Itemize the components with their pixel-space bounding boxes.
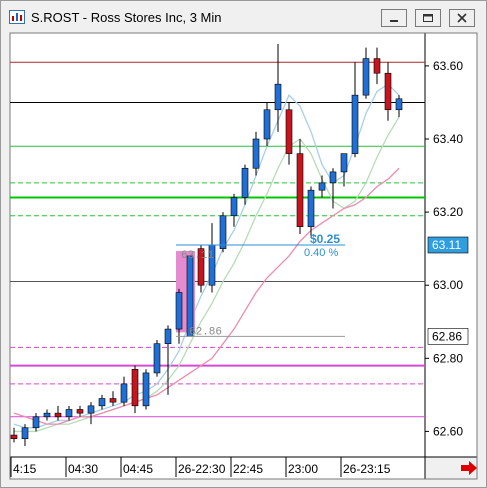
- candle-body: [296, 153, 304, 228]
- candle-body: [142, 372, 150, 407]
- candle-body: [109, 398, 117, 403]
- price-tick-label: 63.00: [433, 278, 463, 292]
- candle-body: [252, 138, 260, 169]
- candle-body: [87, 405, 95, 414]
- range-high-label: 63.11: [181, 250, 214, 262]
- candle-body: [362, 58, 370, 96]
- candle-body: [263, 109, 271, 140]
- range-low-label: 62.86: [189, 326, 222, 338]
- candle-body: [307, 189, 315, 228]
- price-tick-label: 63.40: [433, 132, 463, 146]
- candle-body: [98, 398, 106, 407]
- time-tick-label: 04:30: [68, 462, 98, 476]
- candle-body: [21, 427, 29, 440]
- candle-body: [175, 292, 183, 330]
- candle-body: [120, 383, 128, 403]
- scroll-right-arrow-icon[interactable]: [460, 460, 478, 476]
- candle-body: [43, 412, 51, 418]
- price-tick-label: 63.20: [433, 205, 463, 219]
- candle-body: [164, 328, 172, 344]
- candle-body: [32, 416, 40, 429]
- chart-window: S.ROST - Ross Stores Inc, 3 Min 63.11 62…: [0, 0, 487, 488]
- candle-body: [274, 83, 282, 111]
- candle-body: [285, 109, 293, 154]
- candle-body: [329, 171, 337, 184]
- candle-body: [384, 72, 392, 111]
- time-tick-label: 26-22:30: [178, 462, 226, 476]
- candle-body: [230, 197, 238, 217]
- chart-panel[interactable]: 63.11 62.86 $0.25 0.40 % 63.60 63.40 63.20…: [1, 1, 486, 487]
- candle-body: [76, 409, 84, 414]
- price-change-value: $0.25: [310, 232, 340, 246]
- candle-body: [241, 167, 249, 198]
- candle-body: [351, 94, 359, 154]
- candle-body: [54, 412, 62, 418]
- candle-body: [340, 153, 348, 173]
- candle-body: [318, 182, 326, 191]
- price-tag-label: 63.11: [432, 238, 461, 252]
- price-change-percent: 0.40 %: [304, 247, 338, 259]
- candle-body: [131, 368, 139, 407]
- candle-body: [373, 58, 381, 74]
- time-tick-label: 23:00: [288, 462, 318, 476]
- candle-body: [395, 98, 403, 111]
- price-tag-label: 62.86: [432, 329, 462, 343]
- candle-body: [186, 255, 194, 337]
- candle-body: [65, 409, 73, 418]
- time-tick-label: 4:15: [13, 462, 37, 476]
- time-tick-label: 26-23:15: [343, 462, 391, 476]
- time-tick-label: 22:45: [233, 462, 263, 476]
- time-tick-label: 04:45: [123, 462, 153, 476]
- price-tick-label: 62.80: [433, 351, 463, 365]
- price-tick-label: 63.60: [433, 59, 463, 73]
- price-tick-label: 62.60: [433, 424, 463, 438]
- candle-body: [10, 434, 18, 440]
- candle-body: [153, 343, 161, 374]
- candle-body: [219, 215, 227, 249]
